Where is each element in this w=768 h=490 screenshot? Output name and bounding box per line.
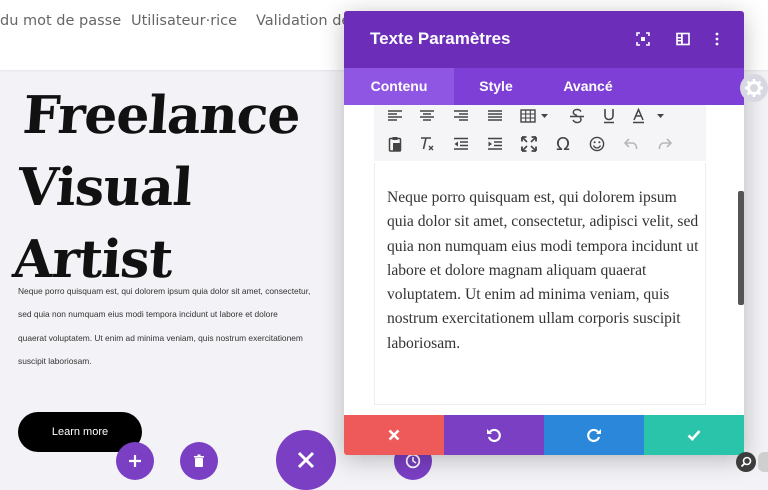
redo-button[interactable]: [544, 415, 644, 455]
text-settings-modal: Texte Paramètres Contenu Style Avancé Ω …: [344, 11, 744, 455]
add-module-button[interactable]: [116, 442, 154, 480]
trash-icon: [194, 454, 204, 467]
align-right-icon[interactable]: [450, 105, 472, 127]
underline-icon[interactable]: [598, 105, 620, 127]
save-button[interactable]: [644, 415, 744, 455]
tab-style[interactable]: Style: [454, 68, 538, 105]
table-icon[interactable]: [518, 105, 552, 127]
align-justify-icon[interactable]: [484, 105, 506, 127]
redo-icon[interactable]: [654, 133, 676, 155]
fullscreen-icon[interactable]: [518, 133, 540, 155]
undo-icon: [487, 428, 501, 443]
modal-tabs: Contenu Style Avancé: [344, 68, 744, 105]
editor-toolbar: Ω: [374, 105, 706, 161]
text-editor[interactable]: Neque porro quisquam est, qui dolorem ip…: [374, 163, 706, 405]
close-builder-button[interactable]: [276, 430, 336, 490]
special-char-icon[interactable]: Ω: [552, 133, 574, 155]
text-color-icon[interactable]: [630, 105, 670, 127]
editor-body-text[interactable]: Neque porro quisquam est, qui dolorem ip…: [387, 186, 699, 356]
nav-item-password[interactable]: du mot de passe: [0, 13, 121, 29]
focus-icon[interactable]: [636, 31, 652, 47]
clock-icon: [405, 453, 421, 469]
align-center-icon[interactable]: [416, 105, 438, 127]
modal-header: Texte Paramètres: [344, 11, 744, 68]
clear-format-icon[interactable]: [416, 133, 438, 155]
search-icon: [740, 456, 752, 468]
edge-handle[interactable]: [758, 452, 768, 472]
more-options-icon[interactable]: [710, 31, 726, 47]
nav-item-validation[interactable]: Validation de: [256, 13, 350, 29]
paste-icon[interactable]: [384, 133, 406, 155]
tab-advanced[interactable]: Avancé: [538, 68, 638, 105]
delete-module-button[interactable]: [180, 442, 218, 480]
hero-paragraph: Neque porro quisquam est, qui dolorem ip…: [18, 286, 311, 367]
redo-icon: [587, 428, 601, 443]
undo-icon[interactable]: [620, 133, 642, 155]
close-icon: [297, 451, 315, 469]
outdent-icon[interactable]: [450, 133, 472, 155]
gear-icon: [745, 79, 763, 97]
hero-title-line1: Freelance: [20, 85, 302, 146]
nav-item-users[interactable]: Utilisateur·rice: [131, 13, 237, 29]
close-icon: [388, 429, 400, 441]
strikethrough-icon[interactable]: [566, 105, 588, 127]
split-view-icon[interactable]: [676, 31, 692, 47]
modal-scrollbar[interactable]: [738, 191, 744, 305]
zoom-button[interactable]: [736, 452, 756, 472]
modal-title: Texte Paramètres: [370, 29, 511, 48]
cancel-button[interactable]: [344, 415, 444, 455]
indent-icon[interactable]: [484, 133, 506, 155]
emoji-icon[interactable]: [586, 133, 608, 155]
undo-button[interactable]: [444, 415, 544, 455]
hero-title: Freelance Visual Artist: [10, 80, 355, 296]
modal-footer: [344, 415, 744, 455]
page-settings-button[interactable]: [740, 74, 768, 102]
plus-icon: [129, 455, 141, 467]
align-left-icon[interactable]: [384, 105, 406, 127]
check-icon: [687, 430, 701, 441]
hero-title-line2: Visual Artist: [10, 157, 194, 290]
tab-content[interactable]: Contenu: [344, 68, 454, 105]
